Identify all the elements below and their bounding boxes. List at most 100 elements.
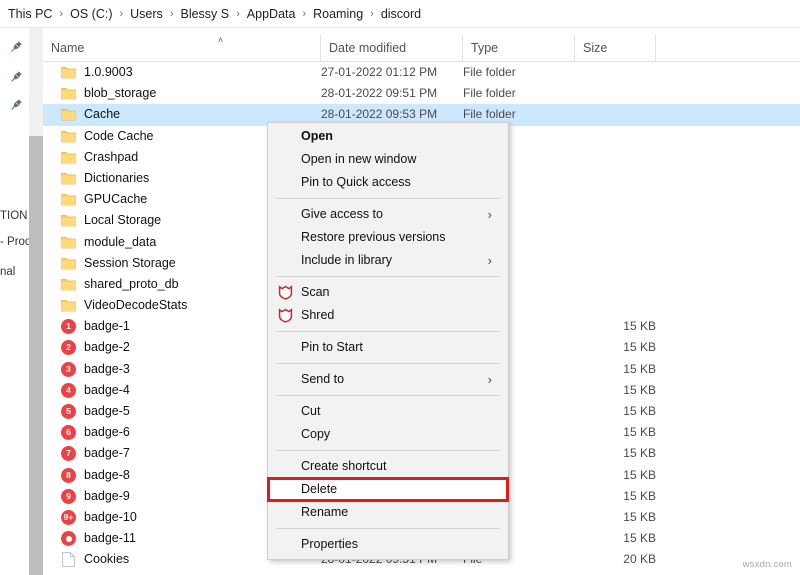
sort-indicator-icon: ˄: [218, 35, 224, 45]
file-name-cell: badge-1: [84, 319, 130, 334]
menu-separator: [276, 198, 500, 199]
breadcrumb-item-discord[interactable]: discord: [377, 5, 425, 23]
file-size-cell: [543, 189, 656, 210]
file-name-cell: VideoDecodeStats: [84, 298, 188, 313]
file-row[interactable]: blob_storage 28-01-2022 09:51 PM File fold…: [43, 83, 800, 104]
file-explorer-window: This PC › OS (C:) › Users › Blessy S › AppData › R…: [0, 0, 800, 575]
file-size-cell: 15 KB: [623, 319, 656, 334]
file-date-cell: 28-01-2022 09:51 PM: [321, 86, 438, 101]
left-scrollbar[interactable]: ˄: [29, 28, 43, 575]
scrollbar-track[interactable]: [29, 136, 43, 575]
menu-item-label: Send to: [301, 372, 345, 386]
menu-item-restore-previous-versions[interactable]: Restore previous versions: [268, 226, 508, 249]
column-header-row: Name ˄ Date modified Type Size: [43, 35, 800, 62]
file-size-cell: 15 KB: [623, 425, 656, 440]
breadcrumb-item-appdata[interactable]: AppData: [243, 5, 300, 23]
chevron-right-icon: ›: [487, 253, 492, 268]
menu-item-label: Include in library: [301, 253, 393, 267]
file-name-cell: Cookies: [84, 552, 130, 567]
menu-item-cut[interactable]: Cut: [268, 400, 508, 423]
file-name-cell: shared_proto_db: [84, 276, 179, 291]
menu-item-label: Scan: [301, 285, 330, 299]
file-size-cell: 15 KB: [623, 382, 656, 397]
breadcrumb-item-blessy-s[interactable]: Blessy S: [176, 5, 233, 23]
file-size-cell: 15 KB: [623, 488, 656, 503]
file-name-cell: GPUCache: [84, 192, 148, 207]
file-name-cell: badge-11: [84, 531, 136, 546]
context-menu[interactable]: Open Open in new window Pin to Quick acces…: [267, 122, 509, 560]
file-name-cell: badge-7: [84, 446, 130, 461]
menu-item-pin-to-quick-access[interactable]: Pin to Quick access: [268, 171, 508, 194]
menu-item-properties[interactable]: Properties: [268, 533, 508, 556]
breadcrumb-separator: ›: [169, 7, 174, 20]
menu-item-open[interactable]: Open: [268, 125, 508, 148]
menu-item-rename[interactable]: Rename: [268, 501, 508, 524]
column-header-date-modified[interactable]: Date modified: [321, 35, 463, 61]
scrollbar-thumb[interactable]: [29, 28, 43, 136]
menu-item-open-in-new-window[interactable]: Open in new window: [268, 148, 508, 171]
menu-item-label: Rename: [301, 505, 349, 519]
file-size-cell: [543, 168, 656, 189]
rail-clipped-text-2: - Proo: [0, 236, 29, 248]
menu-item-label: Give access to: [301, 207, 383, 221]
menu-item-pin-to-start[interactable]: Pin to Start: [268, 336, 508, 359]
file-name-cell: 1.0.9003: [84, 65, 133, 79]
file-size-cell: 20 KB: [623, 552, 656, 567]
breadcrumb[interactable]: This PC › OS (C:) › Users › Blessy S › AppData › R…: [0, 0, 800, 28]
file-name-cell: badge-4: [84, 382, 130, 397]
menu-item-label: Copy: [301, 427, 331, 441]
breadcrumb-item-roaming[interactable]: Roaming: [309, 5, 367, 23]
file-size-cell: [543, 62, 656, 83]
watermark: wsxdn.com: [742, 559, 792, 570]
menu-item-give-access-to[interactable]: Give access to ›: [268, 203, 508, 226]
menu-item-delete[interactable]: Delete: [268, 478, 508, 501]
menu-item-label: Cut: [301, 404, 321, 418]
menu-separator: [276, 363, 500, 364]
column-header-type[interactable]: Type: [463, 35, 575, 61]
menu-separator: [276, 450, 500, 451]
file-size-cell: [543, 274, 656, 295]
file-name-cell: Code Cache: [84, 128, 154, 143]
breadcrumb-item-this-pc[interactable]: This PC: [4, 5, 56, 23]
breadcrumb-separator: ›: [370, 7, 374, 20]
file-name-cell: badge-3: [84, 361, 130, 376]
menu-separator: [276, 395, 500, 396]
menu-separator: [276, 331, 500, 332]
pin-icon[interactable]: [10, 70, 23, 83]
menu-item-send-to[interactable]: Send to ›: [268, 368, 508, 391]
menu-item-scan[interactable]: Scan: [268, 281, 508, 304]
menu-item-label: Pin to Start: [301, 340, 363, 354]
rail-clipped-text-3: nal: [0, 266, 16, 278]
file-name-cell: badge-8: [84, 467, 130, 482]
pin-icon[interactable]: [10, 98, 23, 111]
rail-clipped-text-1: TION: [0, 210, 28, 222]
file-size-cell: 15 KB: [623, 340, 656, 355]
file-name-cell: Dictionaries: [84, 170, 150, 185]
shield-icon: [278, 285, 293, 300]
menu-item-label: Shred: [301, 308, 335, 322]
menu-item-include-in-library[interactable]: Include in library ›: [268, 249, 508, 272]
menu-item-shred[interactable]: Shred: [268, 304, 508, 327]
breadcrumb-separator: ›: [119, 7, 124, 20]
file-name-cell: Crashpad: [84, 149, 139, 164]
column-header-size[interactable]: Size: [575, 35, 656, 61]
menu-item-label: Open: [301, 129, 333, 143]
file-size-cell: 15 KB: [623, 404, 656, 418]
pin-icon[interactable]: [10, 40, 23, 53]
file-size-cell: [543, 104, 656, 125]
file-name-cell: Cache: [84, 107, 121, 122]
breadcrumb-item-users[interactable]: Users: [126, 5, 167, 23]
file-type-cell: File folder: [463, 65, 516, 79]
file-name-cell: badge-5: [84, 404, 130, 418]
menu-item-copy[interactable]: Copy: [268, 423, 508, 446]
file-name-cell: Local Storage: [84, 213, 162, 228]
column-header-name[interactable]: Name: [43, 35, 321, 61]
file-row[interactable]: 1.0.9003 27-01-2022 01:12 PM File folder: [43, 62, 800, 83]
file-size-cell: 15 KB: [623, 509, 656, 524]
file-size-cell: [543, 126, 656, 147]
chevron-right-icon: ›: [487, 372, 492, 387]
breadcrumb-item-os-c[interactable]: OS (C:): [66, 5, 116, 23]
menu-item-create-shortcut[interactable]: Create shortcut: [268, 455, 508, 478]
file-size-cell: 15 KB: [623, 446, 656, 461]
file-name-cell: badge-9: [84, 488, 130, 503]
